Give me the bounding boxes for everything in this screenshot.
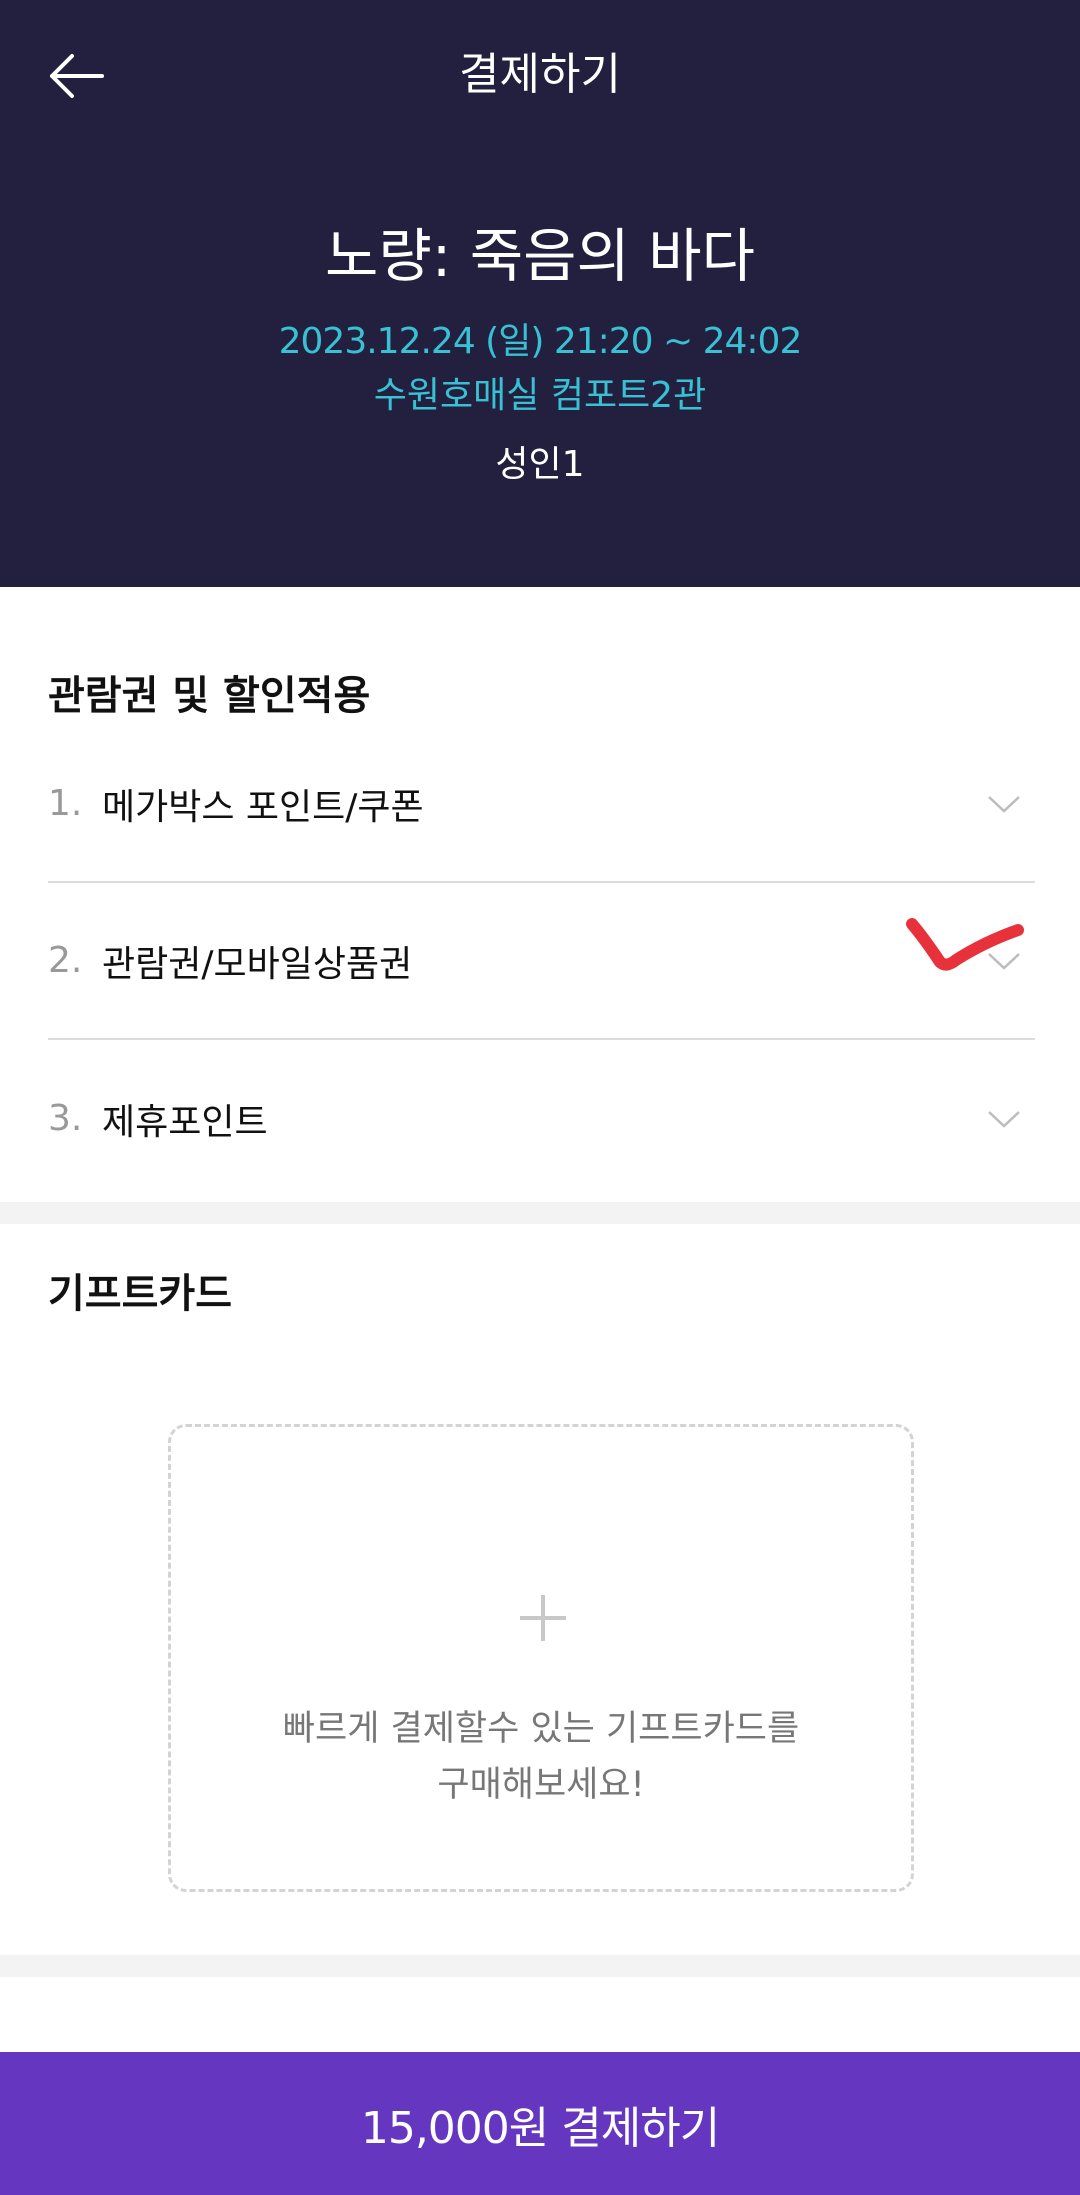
showtime: 2023.12.24 (일) 21:20 ~ 24:02	[278, 321, 803, 362]
page-title: 결제하기	[459, 49, 621, 100]
discount-section-title: 관람권 및 할인적용	[48, 673, 371, 719]
section-divider	[0, 1202, 1080, 1224]
giftcard-prompt-line1: 빠르게 결제할수 있는 기프트카드를	[282, 1709, 800, 1749]
accordion-item-points-coupon[interactable]: 1. 메가박스 포인트/쿠폰	[48, 726, 1035, 883]
chevron-down-icon	[988, 1110, 1020, 1128]
giftcard-prompt: 빠르게 결제할수 있는 기프트카드를 구매해보세요!	[171, 1701, 911, 1813]
pay-button-label: 15,000원 결제하기	[360, 2102, 720, 2154]
audience-count: 성인1	[495, 444, 585, 485]
section-divider	[0, 1955, 1080, 1977]
giftcard-section-title: 기프트카드	[48, 1271, 232, 1317]
chevron-down-icon	[988, 795, 1020, 813]
pay-button[interactable]: 15,000원 결제하기	[0, 2052, 1080, 2195]
header: 결제하기 노량: 죽음의 바다 2023.12.24 (일) 21:20 ~ 2…	[0, 0, 1080, 587]
item-number: 1.	[48, 783, 83, 824]
giftcard-purchase-box[interactable]: 빠르게 결제할수 있는 기프트카드를 구매해보세요!	[168, 1424, 914, 1892]
item-label: 관람권/모바일상품권	[102, 943, 413, 985]
accordion-item-partner-points[interactable]: 3. 제휴포인트	[48, 1040, 1035, 1197]
item-label: 제휴포인트	[102, 1101, 268, 1143]
plus-icon	[520, 1595, 566, 1641]
giftcard-prompt-line2: 구매해보세요!	[437, 1765, 645, 1805]
theater-name: 수원호매실 컴포트2관	[373, 375, 707, 416]
item-label: 메가박스 포인트/쿠폰	[102, 786, 424, 828]
movie-title: 노량: 죽음의 바다	[325, 222, 755, 290]
item-number: 3.	[48, 1098, 83, 1139]
chevron-down-icon	[988, 952, 1020, 970]
item-number: 2.	[48, 940, 83, 981]
accordion-item-ticket-voucher[interactable]: 2. 관람권/모바일상품권	[48, 883, 1035, 1040]
